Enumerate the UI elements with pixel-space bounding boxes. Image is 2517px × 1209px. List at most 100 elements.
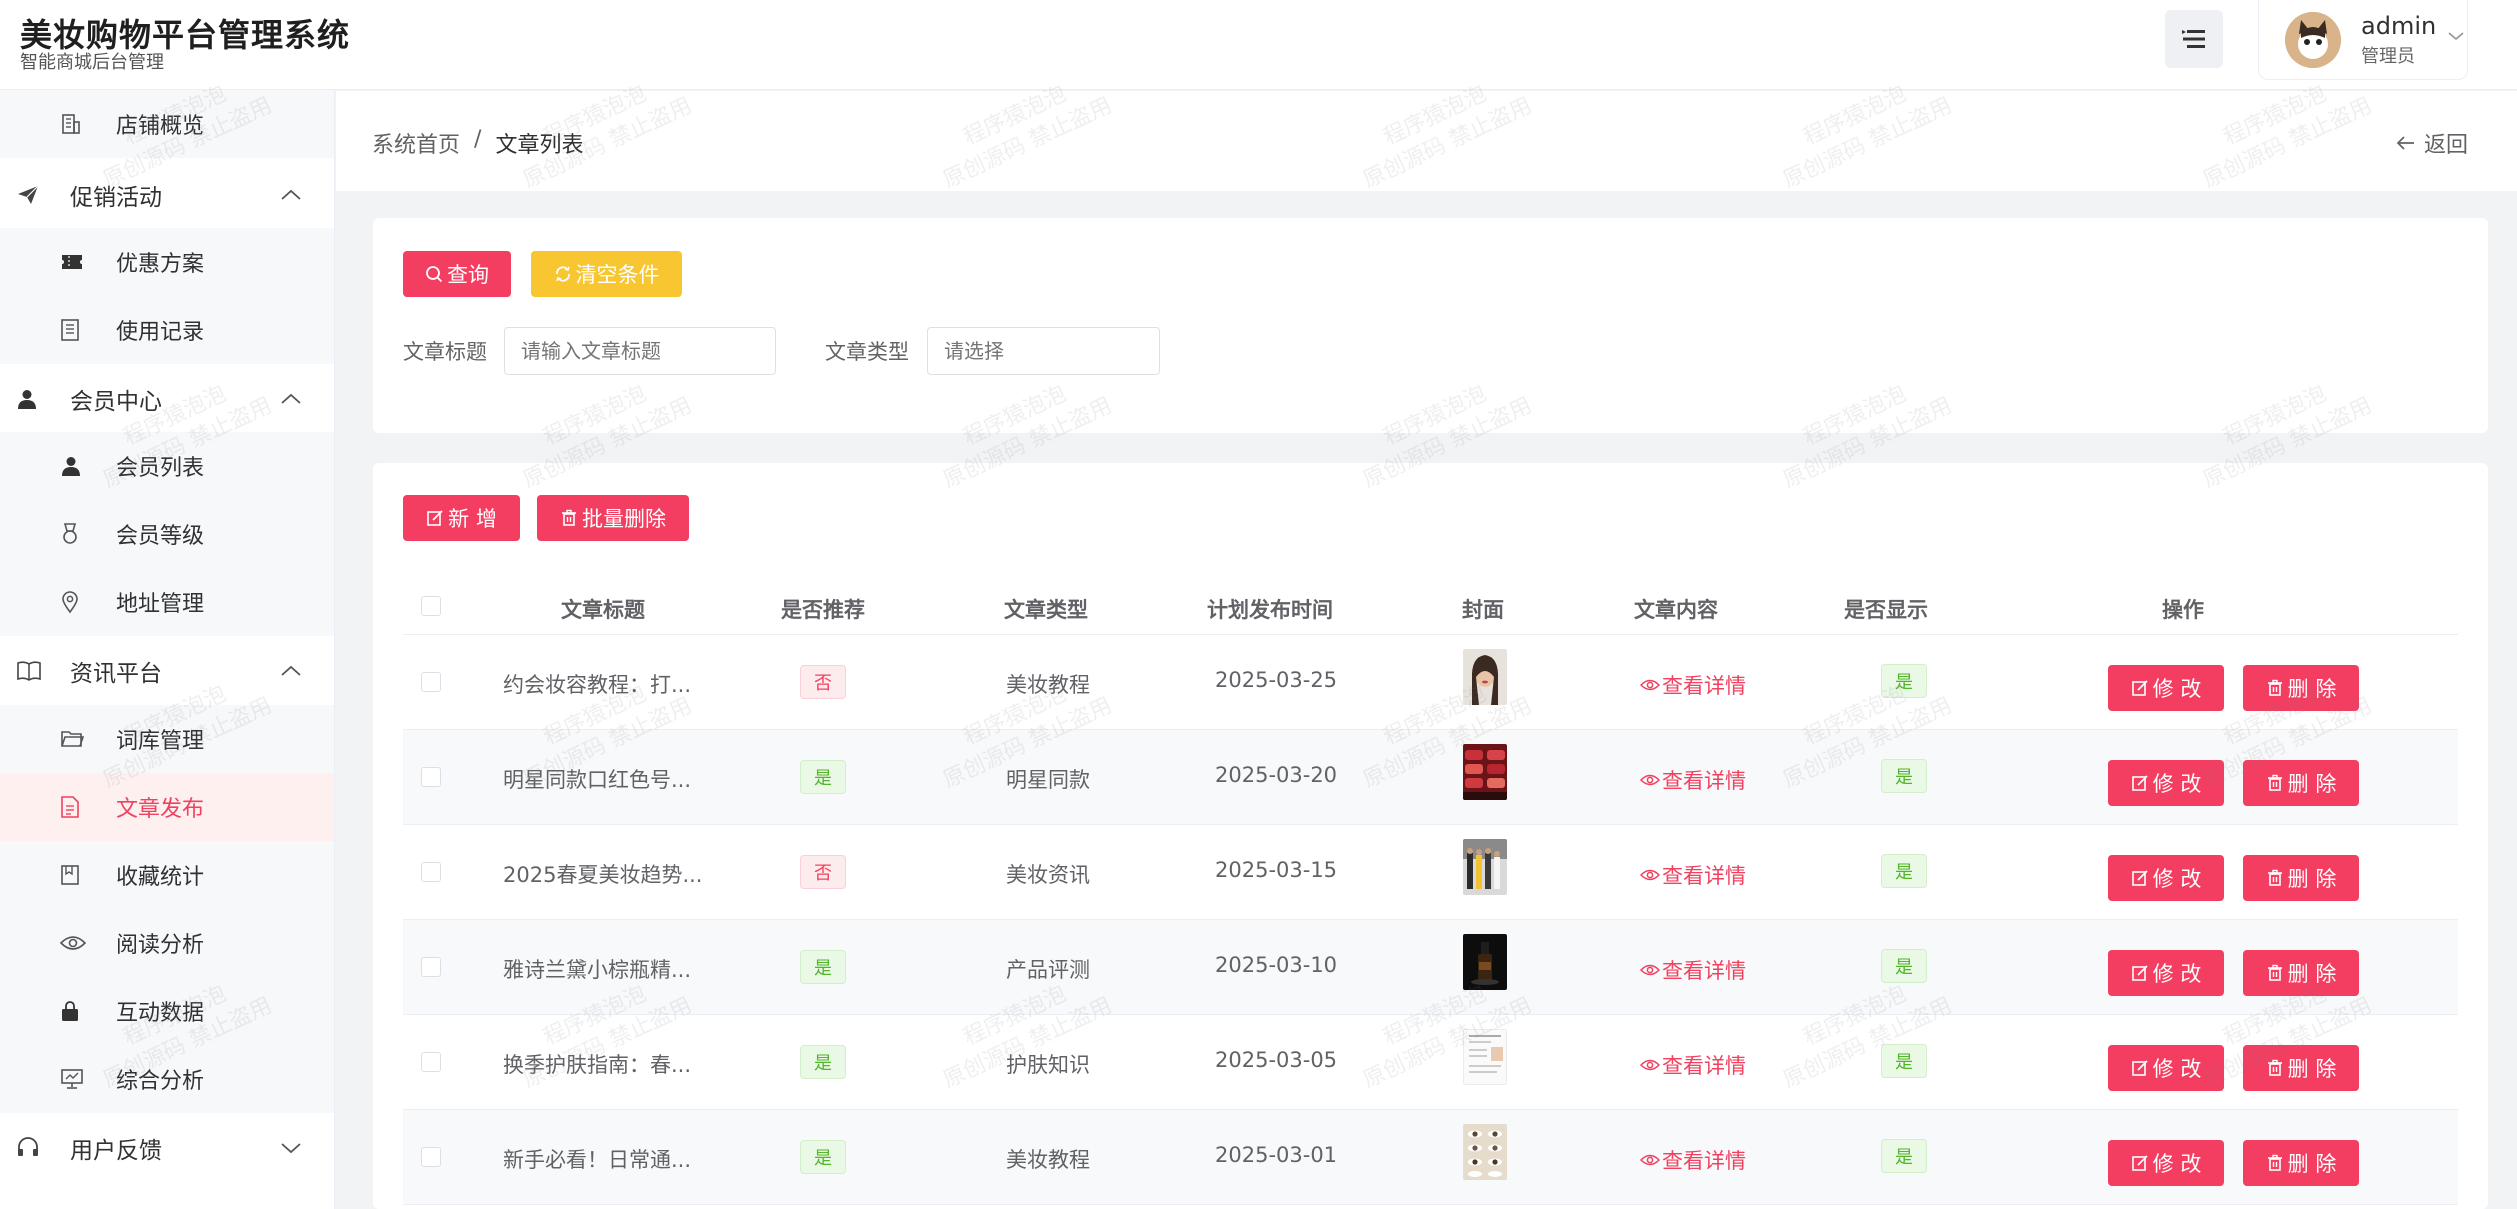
row-checkbox[interactable] — [421, 957, 441, 977]
building-icon — [60, 113, 82, 135]
book-icon — [16, 660, 42, 682]
delete-button[interactable]: 删 除 — [2243, 760, 2359, 806]
menu-toggle-button[interactable] — [2165, 10, 2223, 68]
location-icon — [60, 590, 80, 614]
column-header: 计划发布时间 — [1207, 598, 1333, 622]
delete-button[interactable]: 删 除 — [2243, 950, 2359, 996]
visible-badge: 是 — [1881, 854, 1927, 888]
row-checkbox[interactable] — [421, 672, 441, 692]
edit-label: 修 改 — [2152, 867, 2202, 891]
sidebar-group-8[interactable]: 资讯平台 — [0, 636, 334, 706]
sidebar-item-5[interactable]: 会员列表 — [0, 432, 334, 500]
user-menu[interactable]: admin 管理员 — [2258, 0, 2468, 80]
sidebar-group-15[interactable]: 用户反馈 — [0, 1113, 334, 1183]
edit-label: 修 改 — [2152, 962, 2202, 986]
edit-icon — [2131, 1059, 2149, 1077]
title-search-input[interactable] — [504, 327, 776, 375]
view-detail-label: 查看详情 — [1662, 769, 1746, 793]
trash-icon — [2266, 1154, 2284, 1172]
edit-button[interactable]: 修 改 — [2108, 665, 2224, 711]
view-detail-link[interactable]: 查看详情 — [1640, 1145, 1746, 1175]
cover-image[interactable] — [1463, 1029, 1507, 1085]
breadcrumb-bar: 系统首页 / 文章列表 返回 — [336, 91, 2517, 191]
batch-delete-button[interactable]: 批量删除 — [537, 495, 689, 541]
edit-button[interactable]: 修 改 — [2108, 760, 2224, 806]
column-header: 文章标题 — [561, 598, 645, 622]
edit-button[interactable]: 修 改 — [2108, 855, 2224, 901]
sidebar-group-4[interactable]: 会员中心 — [0, 364, 334, 434]
headset-icon — [16, 1136, 40, 1160]
cover-image[interactable] — [1463, 649, 1507, 705]
query-label: 查询 — [447, 263, 489, 287]
sidebar-item-10[interactable]: 文章发布 — [0, 773, 334, 841]
view-detail-link[interactable]: 查看详情 — [1640, 955, 1746, 985]
presentation-icon — [60, 1068, 84, 1090]
sidebar-item-label: 店铺概览 — [116, 114, 205, 139]
search-icon — [425, 265, 443, 283]
query-button[interactable]: 查询 — [403, 251, 511, 297]
back-label: 返回 — [2424, 133, 2469, 158]
sidebar-item-2[interactable]: 优惠方案 — [0, 228, 334, 296]
collection-icon — [60, 864, 80, 886]
chevron-up-icon — [280, 188, 302, 202]
sidebar-item-label: 综合分析 — [116, 1069, 205, 1094]
sidebar-item-label: 会员中心 — [70, 389, 162, 415]
row-checkbox[interactable] — [421, 1052, 441, 1072]
edit-label: 修 改 — [2152, 1057, 2202, 1081]
type-select[interactable] — [927, 327, 1160, 375]
view-detail-link[interactable]: 查看详情 — [1640, 765, 1746, 795]
publish-date: 2025-03-25 — [1215, 668, 1338, 692]
article-title: 约会妆容教程：打... — [503, 673, 692, 697]
table-row: 约会妆容教程：打... 否 美妆教程 2025-03-25 查看详情 是 修 改 删 除 — [403, 635, 2458, 730]
view-detail-link[interactable]: 查看详情 — [1640, 860, 1746, 890]
publish-date: 2025-03-20 — [1215, 763, 1338, 787]
sidebar-item-7[interactable]: 地址管理 — [0, 568, 334, 636]
view-detail-label: 查看详情 — [1662, 1054, 1746, 1078]
row-checkbox[interactable] — [421, 767, 441, 787]
reset-button[interactable]: 清空条件 — [531, 251, 682, 297]
chevron-down-icon — [2447, 30, 2465, 42]
edit-button[interactable]: 修 改 — [2108, 1045, 2224, 1091]
delete-button[interactable]: 删 除 — [2243, 1140, 2359, 1186]
publish-date: 2025-03-10 — [1215, 953, 1338, 977]
trash-icon — [560, 509, 578, 527]
sidebar-item-11[interactable]: 收藏统计 — [0, 841, 334, 909]
add-label: 新 增 — [448, 507, 497, 531]
sidebar-item-0[interactable]: 店铺概览 — [0, 90, 334, 158]
delete-button[interactable]: 删 除 — [2243, 665, 2359, 711]
select-all-checkbox[interactable] — [421, 596, 441, 616]
back-button[interactable]: 返回 — [2396, 127, 2468, 159]
sidebar-item-12[interactable]: 阅读分析 — [0, 909, 334, 977]
sidebar-item-3[interactable]: 使用记录 — [0, 296, 334, 364]
breadcrumb-home[interactable]: 系统首页 — [372, 127, 460, 159]
view-detail-label: 查看详情 — [1662, 1149, 1746, 1173]
batch-delete-label: 批量删除 — [582, 507, 666, 531]
sidebar-item-9[interactable]: 词库管理 — [0, 705, 334, 773]
edit-button[interactable]: 修 改 — [2108, 1140, 2224, 1186]
sidebar-item-label: 会员列表 — [116, 456, 205, 481]
cover-image[interactable] — [1463, 744, 1507, 800]
view-detail-link[interactable]: 查看详情 — [1640, 670, 1746, 700]
delete-button[interactable]: 删 除 — [2243, 855, 2359, 901]
cover-image[interactable] — [1463, 839, 1507, 895]
edit-button[interactable]: 修 改 — [2108, 950, 2224, 996]
sidebar-item-6[interactable]: 会员等级 — [0, 500, 334, 568]
view-detail-link[interactable]: 查看详情 — [1640, 1050, 1746, 1080]
sidebar-item-14[interactable]: 综合分析 — [0, 1045, 334, 1113]
sidebar-item-label: 优惠方案 — [116, 252, 205, 277]
sidebar-group-1[interactable]: 促销活动 — [0, 160, 334, 230]
sidebar-item-label: 资讯平台 — [70, 661, 162, 687]
row-checkbox[interactable] — [421, 1147, 441, 1167]
cover-image[interactable] — [1463, 934, 1507, 990]
article-type: 护肤知识 — [1006, 1053, 1090, 1077]
eye-icon — [1640, 1058, 1660, 1072]
sidebar-item-13[interactable]: 互动数据 — [0, 977, 334, 1045]
cover-image[interactable] — [1463, 1124, 1507, 1180]
add-button[interactable]: 新 增 — [403, 495, 520, 541]
medal-icon — [60, 522, 80, 546]
row-checkbox[interactable] — [421, 862, 441, 882]
delete-label: 删 除 — [2287, 677, 2337, 701]
column-header: 是否推荐 — [781, 598, 865, 622]
delete-button[interactable]: 删 除 — [2243, 1045, 2359, 1091]
sidebar-item-label: 文章发布 — [116, 797, 205, 822]
